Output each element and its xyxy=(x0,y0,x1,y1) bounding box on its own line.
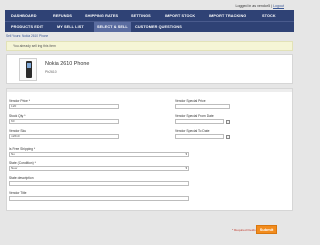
submit-button[interactable]: Submit xyxy=(256,225,277,234)
nav-import-stock[interactable]: IMPORT STOCK xyxy=(165,11,195,21)
nav-stock[interactable]: STOCK xyxy=(262,11,276,21)
special-from-input[interactable] xyxy=(175,119,224,124)
product-name: Nokia 2610 Phone xyxy=(45,61,90,67)
free-shipping-value: No xyxy=(11,152,15,156)
login-bar: Logged in as vendor5 | Logout xyxy=(0,2,300,10)
nav-dashboard[interactable]: DASHBOARD xyxy=(11,11,37,21)
vendor-title-input[interactable] xyxy=(9,196,189,201)
special-to-input[interactable] xyxy=(175,134,224,139)
nav-select-sell[interactable]: SELECT & SELL xyxy=(94,22,131,32)
special-to-label: Vendor Special To Date xyxy=(175,129,210,133)
nav-refunds[interactable]: REFUNDS xyxy=(53,11,72,21)
calendar-icon[interactable] xyxy=(226,119,230,124)
state-condition-label: State (Condition) * xyxy=(9,161,36,165)
chevron-down-icon: ▾ xyxy=(185,166,187,170)
logout-link[interactable]: Logout xyxy=(273,4,284,8)
product-sku: Ph2610 xyxy=(45,70,57,74)
state-condition-value: New xyxy=(11,166,18,170)
nav-customer-questions[interactable]: CUSTOMER QUESTIONS xyxy=(135,22,182,32)
special-price-input[interactable] xyxy=(175,104,230,109)
special-price-label: Vendor Special Price xyxy=(175,99,206,103)
vendor-price-label: Vendor Price * xyxy=(9,99,31,103)
phone-icon xyxy=(26,61,32,78)
state-condition-select[interactable]: New ▾ xyxy=(9,166,189,171)
free-shipping-label: Is Free Shipping * xyxy=(9,147,36,151)
vendor-sku-input[interactable]: n2610 xyxy=(9,134,119,139)
login-status: Logged in as vendor5 | Logout xyxy=(236,2,285,10)
nav-my-sell-list[interactable]: MY SELL LIST xyxy=(57,22,84,32)
breadcrumb[interactable]: Sell Yours: Nokia 2610 Phone xyxy=(6,34,48,38)
nav-row-primary: DASHBOARD REFUNDS SHIPPING RATES SETTING… xyxy=(5,11,294,21)
nav-row-secondary: PRODUCTS EDIT MY SELL LIST SELECT & SELL… xyxy=(5,21,294,32)
special-from-label: Vendor Special From Date xyxy=(175,114,214,118)
login-text: Logged in as vendor5 | xyxy=(235,4,273,8)
product-card: Nokia 2610 Phone Ph2610 xyxy=(6,54,293,84)
nav-products-edit[interactable]: PRODUCTS EDIT xyxy=(11,22,43,32)
stock-qty-input[interactable]: 60 xyxy=(9,119,119,124)
nav-shipping-rates[interactable]: SHIPPING RATES xyxy=(85,11,118,21)
state-description-input[interactable] xyxy=(9,181,189,186)
sell-form: Vendor Price * 120 Stock Qty * 60 Vendor… xyxy=(6,88,293,211)
vendor-sku-label: Vendor Sku xyxy=(9,129,27,133)
main-nav: DASHBOARD REFUNDS SHIPPING RATES SETTING… xyxy=(5,10,294,32)
state-description-label: State description xyxy=(9,176,34,180)
nav-settings[interactable]: SETTINGS xyxy=(131,11,151,21)
vendor-price-input[interactable]: 120 xyxy=(9,104,119,109)
calendar-icon[interactable] xyxy=(226,134,230,139)
notice-message: You already sell ing this item xyxy=(6,41,293,51)
required-fields-note: * Required Fields xyxy=(232,228,256,232)
stock-qty-label: Stock Qty * xyxy=(9,114,26,118)
vendor-title-label: Vendor Title xyxy=(9,191,27,195)
product-image xyxy=(19,58,37,81)
chevron-down-icon: ▾ xyxy=(185,152,187,156)
free-shipping-select[interactable]: No ▾ xyxy=(9,152,189,157)
nav-import-tracking[interactable]: IMPORT TRACKING xyxy=(209,11,246,21)
